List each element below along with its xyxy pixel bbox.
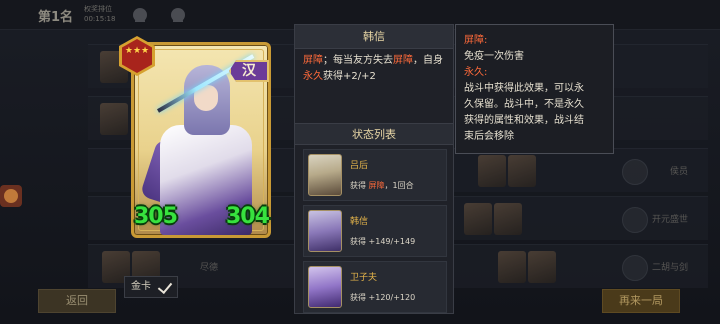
player-avatar — [622, 207, 648, 233]
status-item[interactable]: 韩信 获得 +149/+149 — [303, 205, 447, 257]
keyword-permanent[interactable]: 永久 — [303, 71, 323, 82]
gold-card-toggle[interactable]: 金卡 — [124, 276, 178, 298]
unit-thumbnail — [478, 155, 506, 187]
status-effect: 获得 屏障，1回合 — [350, 180, 414, 191]
status-list-title: 状态列表 — [295, 123, 453, 145]
tooltip-barrier-text: 免疫一次伤害 — [464, 51, 524, 62]
attack-value: 305 — [134, 204, 178, 229]
health-value: 304 — [226, 204, 270, 229]
skill-description: 屏障；每当友方失去屏障，自身永久获得+2/+2 — [303, 53, 449, 85]
hero-portrait — [308, 154, 342, 196]
timer-value: 00:15:18 — [84, 15, 116, 23]
player-name: 侯员 — [669, 167, 688, 177]
unit-thumbnail — [464, 203, 492, 235]
unit-thumbnail — [100, 103, 128, 135]
rank-title: 第1名 — [38, 10, 74, 25]
timer-label: 权奖排位 — [84, 5, 112, 13]
keyword-tooltip: 屏障: 免疫一次伤害 永久: 战斗中获得此效果，可以永 久保留。战斗中，不是永久… — [455, 24, 614, 154]
player-avatar — [622, 159, 648, 185]
gold-card-label: 金卡 — [131, 281, 151, 292]
unit-thumbnail — [528, 251, 556, 283]
hero-portrait — [308, 266, 342, 308]
status-source-name: 吕后 — [350, 161, 369, 171]
effect-text: 获得 — [350, 181, 369, 190]
back-button[interactable]: 返回 — [38, 289, 116, 313]
check-icon — [157, 278, 173, 295]
hero-portrait — [308, 210, 342, 252]
hero-detail-panel: 韩信 屏障；每当友方失去屏障，自身永久获得+2/+2 状态列表 吕后 获得 屏障… — [294, 24, 454, 314]
tooltip-permanent-text: 久保留。战斗中，不是永久 — [464, 99, 584, 110]
star-rank-badge: ★★★ — [119, 36, 155, 76]
tooltip-barrier-title: 屏障: — [464, 35, 488, 46]
status-effect: 获得 +149/+149 — [350, 236, 415, 247]
keyword-barrier[interactable]: 屏障 — [303, 55, 323, 66]
play-again-button[interactable]: 再来一局 — [602, 289, 680, 313]
tooltip-permanent-text: 战斗中获得此效果，可以永 — [464, 83, 584, 94]
player-name: 二胡与剑 — [651, 263, 688, 273]
desc-text: 获得+2/+2 — [323, 71, 376, 82]
player-name: 尽德 — [200, 263, 219, 273]
player-avatar — [622, 255, 648, 281]
effect-text: ，1回合 — [384, 181, 414, 190]
keyword-barrier[interactable]: 屏障 — [393, 55, 413, 66]
tooltip-permanent-title: 永久: — [464, 67, 488, 78]
side-pet-icon[interactable] — [0, 185, 22, 207]
unit-thumbnail — [498, 251, 526, 283]
desc-text: ；每当友方失去 — [323, 55, 393, 66]
hero-name: 韩信 — [295, 25, 453, 49]
user-icon[interactable] — [133, 8, 147, 22]
status-source-name: 卫子夫 — [350, 273, 378, 283]
status-effect: 获得 +120/+120 — [350, 292, 415, 303]
status-item[interactable]: 卫子夫 获得 +120/+120 — [303, 261, 447, 313]
desc-text: ，自身 — [413, 55, 443, 66]
star-icon: ★★★ — [124, 46, 150, 56]
effect-text: 获得 +149/+149 — [350, 237, 416, 246]
unit-thumbnail — [508, 155, 536, 187]
faction-badge: 汉 — [229, 60, 269, 82]
tooltip-permanent-text: 获得的属性和效果，战斗结 — [464, 115, 584, 126]
player-name: 开元盛世 — [651, 215, 688, 225]
effect-keyword: 屏障 — [368, 181, 385, 190]
status-source-name: 韩信 — [350, 217, 369, 227]
unit-thumbnail — [494, 203, 522, 235]
tooltip-permanent-text: 束后会移除 — [464, 131, 514, 142]
user-settings-icon[interactable] — [171, 8, 185, 22]
status-item[interactable]: 吕后 获得 屏障，1回合 — [303, 149, 447, 201]
effect-text: 获得 +120/+120 — [350, 293, 416, 302]
